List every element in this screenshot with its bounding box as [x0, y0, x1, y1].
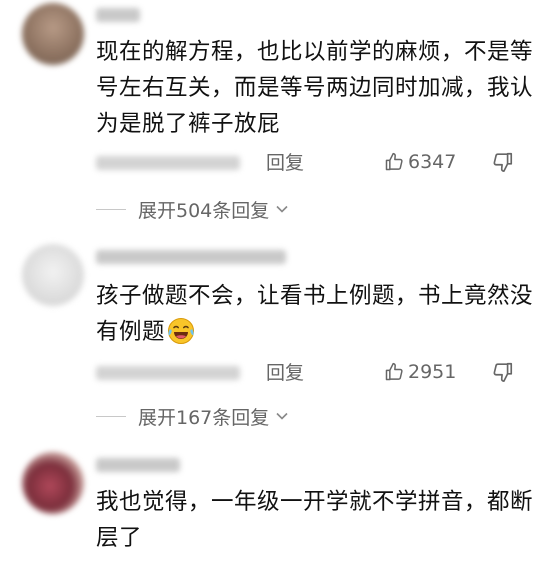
- expand-replies-label: 展开167条回复: [138, 406, 270, 429]
- timestamp-blurred: [96, 366, 240, 380]
- avatar[interactable]: [22, 244, 84, 306]
- reply-button[interactable]: 回复: [266, 358, 304, 385]
- thumbs-down-icon[interactable]: [492, 151, 514, 173]
- thumbs-up-icon: [385, 152, 403, 171]
- thumbs-down-icon[interactable]: [492, 361, 514, 383]
- username-blurred[interactable]: [96, 458, 180, 472]
- expand-replies-label: 展开504条回复: [138, 199, 270, 222]
- like-button[interactable]: 2951: [384, 359, 456, 385]
- avatar[interactable]: [22, 3, 84, 65]
- avatar[interactable]: [22, 452, 84, 514]
- chevron-down-icon: [276, 412, 288, 420]
- comment-actions: 回复 6347: [0, 147, 553, 177]
- thumbs-up-icon: [385, 362, 403, 381]
- like-count: 6347: [408, 151, 457, 173]
- like-count: 2951: [408, 361, 457, 383]
- comment-text: 孩子做题不会，让看书上例题，书上竟然没有例题: [96, 278, 536, 350]
- comment-text: 我也觉得，一年级一开学就不学拼音，都断层了: [96, 489, 534, 551]
- reply-button[interactable]: 回复: [266, 148, 304, 175]
- chevron-down-icon: [276, 205, 288, 213]
- like-button[interactable]: 6347: [384, 149, 456, 175]
- comment-text-content: 孩子做题不会，让看书上例题，书上竟然没有例题: [96, 283, 534, 345]
- expand-replies-button[interactable]: 展开167条回复: [96, 403, 289, 429]
- expand-replies-button[interactable]: 展开504条回复: [96, 196, 289, 222]
- divider-line: [96, 415, 126, 417]
- username-blurred[interactable]: [96, 250, 286, 264]
- username-blurred[interactable]: [96, 8, 140, 22]
- divider-line: [96, 208, 126, 210]
- comment-actions: 回复 2951: [0, 357, 553, 387]
- comment-text: 现在的解方程，也比以前学的麻烦，不是等号左右互关，而是等号两边同时加减，我认为是…: [96, 39, 534, 137]
- timestamp-blurred: [96, 156, 240, 170]
- laughing-tears-emoji-icon: [168, 318, 195, 344]
